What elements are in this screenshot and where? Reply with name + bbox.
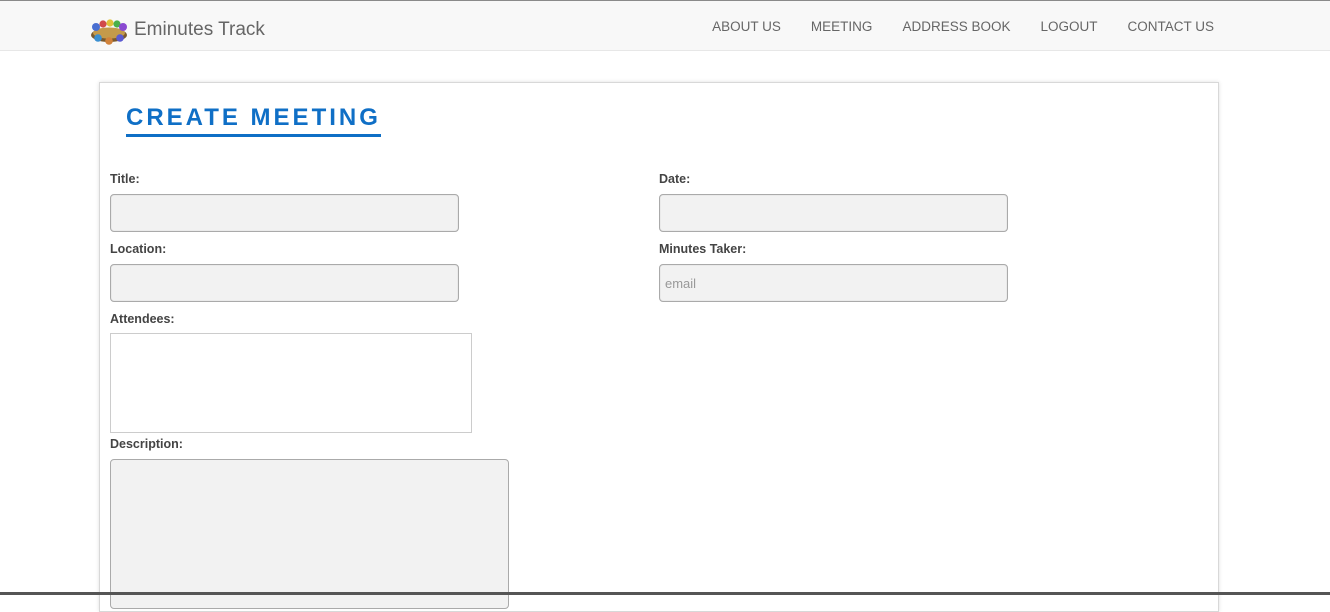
nav-logout[interactable]: LOGOUT: [1025, 19, 1112, 35]
nav-address-book[interactable]: ADDRESS BOOK: [887, 19, 1025, 35]
date-input[interactable]: [659, 194, 1008, 232]
nav-menu: ABOUT US MEETING ADDRESS BOOK LOGOUT CON…: [697, 19, 1214, 35]
location-input[interactable]: [110, 264, 459, 302]
location-label: Location:: [110, 242, 167, 256]
date-label: Date:: [659, 172, 691, 186]
title-input[interactable]: [110, 194, 459, 232]
brand-name: Eminutes Track: [134, 19, 265, 40]
navbar: Eminutes Track ABOUT US MEETING ADDRESS …: [0, 1, 1330, 51]
page-title: CREATE MEETING: [126, 104, 381, 137]
minutes-taker-label: Minutes Taker:: [659, 242, 747, 256]
minutes-taker-input[interactable]: [659, 264, 1008, 302]
meeting-logo-icon: [91, 19, 127, 45]
nav-contact-us[interactable]: CONTACT US: [1112, 19, 1214, 35]
description-label: Description:: [110, 437, 183, 451]
attendees-label: Attendees:: [110, 312, 175, 326]
create-meeting-panel: CREATE MEETING Title: Date: Location: Mi…: [99, 82, 1219, 612]
nav-about-us[interactable]: ABOUT US: [697, 19, 796, 35]
brand-link[interactable]: Eminutes Track: [88, 15, 265, 45]
title-label: Title:: [110, 172, 140, 186]
description-textarea[interactable]: [110, 459, 509, 609]
attendees-textarea[interactable]: [110, 333, 472, 433]
nav-meeting[interactable]: MEETING: [796, 19, 888, 35]
